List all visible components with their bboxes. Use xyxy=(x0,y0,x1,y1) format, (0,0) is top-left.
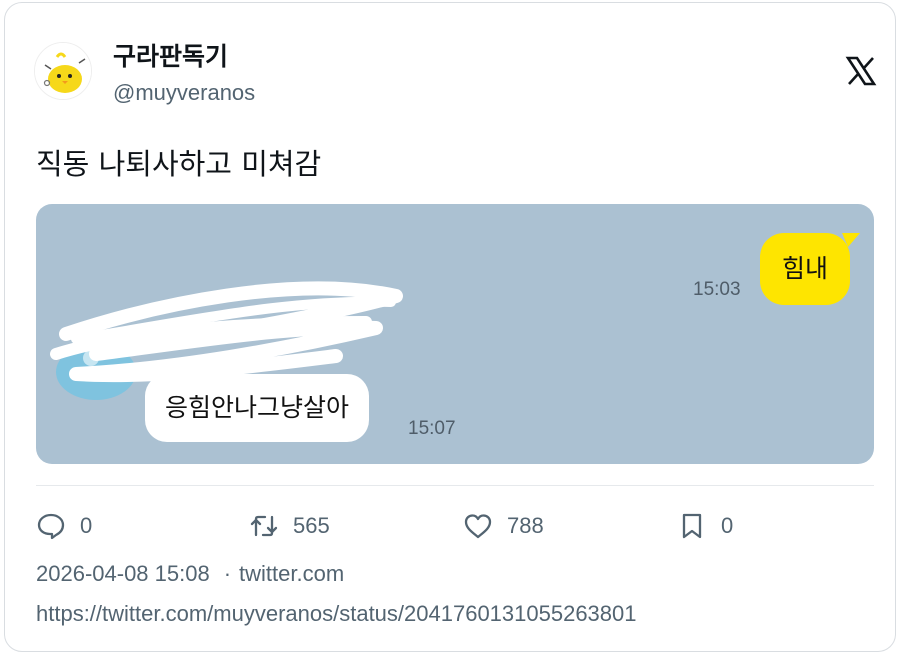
retweet-button[interactable]: 565 xyxy=(249,509,330,543)
tweet-text: 직동 나퇴사하고 미쳐감 xyxy=(36,147,322,181)
yellow-chick-avatar-icon xyxy=(35,43,91,99)
like-count: 788 xyxy=(507,513,544,538)
tweet-source[interactable]: twitter.com xyxy=(239,561,344,586)
bookmark-button[interactable]: 0 xyxy=(677,509,733,543)
reply-count: 0 xyxy=(80,513,93,538)
tweet-url-link[interactable]: https://twitter.com/muyveranos/status/20… xyxy=(36,601,637,627)
reply-button[interactable]: 0 xyxy=(36,509,92,543)
message-time-received: 15:07 xyxy=(408,418,456,439)
message-bubble-received: 응힘안나그냥살아 xyxy=(145,374,370,442)
like-button[interactable]: 788 xyxy=(463,509,544,543)
meta-separator: · xyxy=(223,561,232,586)
tweet-timestamp: 2026-04-08 15:08 xyxy=(36,561,210,586)
reply-bubble-icon xyxy=(37,513,65,540)
avatar[interactable] xyxy=(34,42,92,100)
heart-icon xyxy=(464,514,492,539)
bookmark-icon xyxy=(682,513,702,539)
user-handle[interactable]: @muyveranos xyxy=(113,80,255,106)
message-bubble-sent: 힘내 xyxy=(760,233,851,305)
tweet-meta: 2026-04-08 15:08 · twitter.com xyxy=(36,561,344,587)
divider xyxy=(36,485,874,486)
display-name[interactable]: 구라판독기 xyxy=(113,37,228,73)
tweet-card: 구라판독기 @muyveranos 직동 나퇴사하고 미쳐감 힘내 15:03 … xyxy=(4,2,896,652)
message-time-sent: 15:03 xyxy=(693,279,741,300)
bookmark-count: 0 xyxy=(721,513,734,538)
chat-screenshot-image[interactable]: 힘내 15:03 응힘안나그냥살아 15:07 xyxy=(36,204,874,464)
retweet-icon xyxy=(250,515,278,537)
x-logo-icon[interactable] xyxy=(845,55,877,87)
retweet-count: 565 xyxy=(293,513,330,538)
